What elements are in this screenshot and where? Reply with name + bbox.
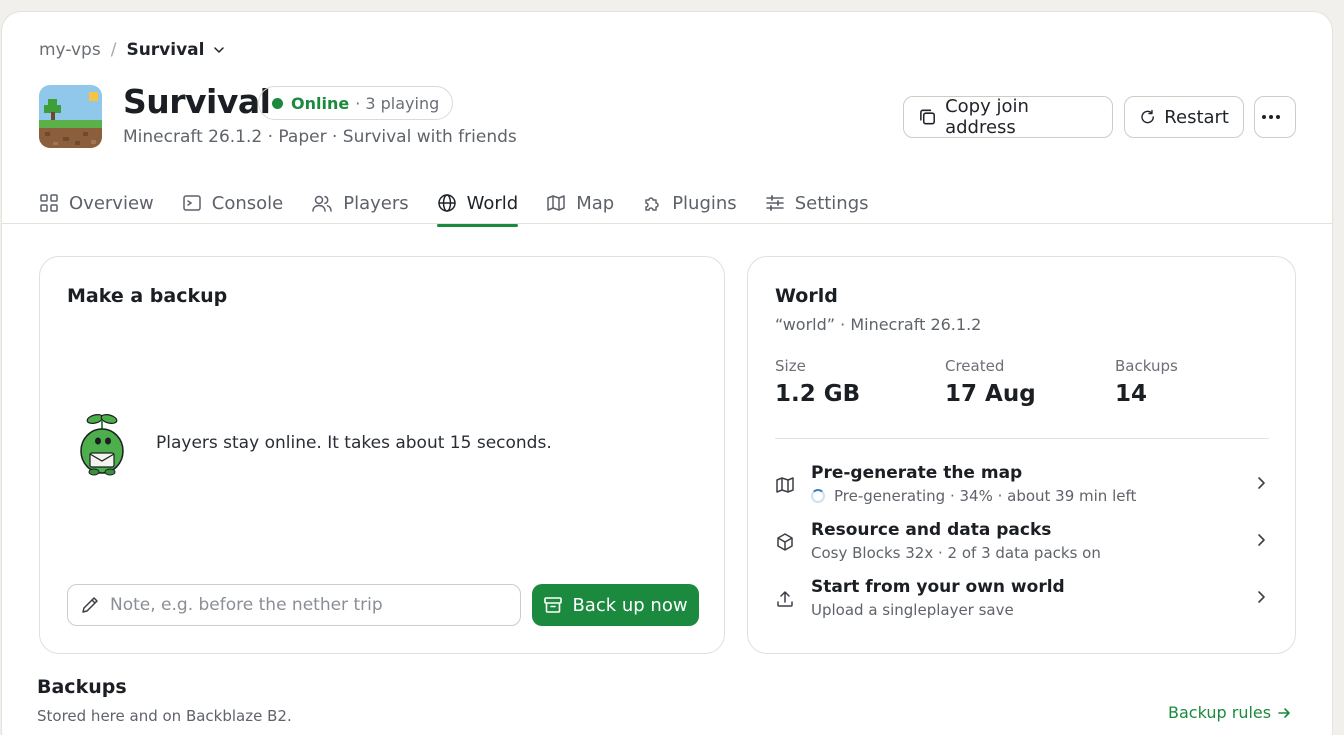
breadcrumb-separator: /: [110, 40, 117, 60]
page-title: Survival: [123, 82, 271, 121]
upload-icon: [777, 591, 793, 607]
map-icon: [776, 477, 794, 493]
restart-label: Restart: [1164, 106, 1229, 128]
stat-size: Size 1.2 GB: [775, 357, 860, 407]
restart-icon: [1141, 109, 1154, 124]
backup-rules-link[interactable]: Backup rules: [1168, 703, 1291, 722]
stat-created: Created 17 Aug: [945, 357, 1036, 407]
stat-created-value: 17 Aug: [945, 381, 1036, 407]
tab-players[interactable]: Players: [311, 180, 409, 226]
spinner-icon: [811, 489, 825, 503]
tab-plugins[interactable]: Plugins: [642, 180, 737, 226]
tab-console-label: Console: [211, 192, 284, 214]
more-actions-button[interactable]: [1254, 96, 1296, 138]
stat-created-label: Created: [945, 357, 1005, 375]
more-icon: [1262, 115, 1280, 119]
chevron-right-icon: [1258, 477, 1265, 489]
backup-message: Players stay online. It takes about 15 s…: [156, 433, 552, 453]
upload-world-title: Start from your own world: [811, 577, 1065, 597]
upload-world-subtitle: Upload a singleplayer save: [811, 601, 1014, 619]
backups-section-title: Backups: [37, 676, 127, 698]
resource-packs-title: Resource and data packs: [811, 520, 1052, 540]
chevron-right-icon: [1258, 534, 1265, 546]
back-up-now-label: Back up now: [572, 594, 688, 616]
stat-size-label: Size: [775, 357, 806, 375]
tab-settings-label: Settings: [794, 192, 869, 214]
make-backup-card: Make a backup Players stay online. It ta…: [39, 256, 725, 654]
pregenerate-map-row[interactable]: Pre-generate the map Pre-generating · 34…: [775, 463, 1269, 511]
tab-players-label: Players: [343, 192, 409, 214]
chevron-down-icon[interactable]: [213, 44, 225, 56]
breadcrumb-parent-link[interactable]: my-vps: [39, 40, 101, 60]
package-icon: [777, 533, 793, 551]
backup-note-input[interactable]: [110, 595, 510, 615]
status-label: Online: [291, 93, 350, 113]
server-page: my-vps / Survival Survival Online · 3 pl…: [1, 11, 1333, 735]
sprout-mascot-icon: [80, 414, 124, 476]
world-card: World “world” · Minecraft 26.1.2 Size 1.…: [747, 256, 1296, 654]
pregenerate-map-subtitle: Pre-generating · 34% · about 39 min left: [834, 487, 1137, 505]
world-title: World: [775, 285, 838, 307]
copy-join-address-label: Copy join address: [945, 96, 1029, 138]
upload-world-row[interactable]: Start from your own world Upload a singl…: [775, 577, 1269, 625]
tab-overview-label: Overview: [69, 192, 154, 214]
users-icon: [312, 195, 332, 212]
tab-world-label: World: [466, 192, 519, 214]
tab-map-label: Map: [576, 192, 615, 214]
grid-icon: [40, 194, 58, 212]
copy-icon: [920, 109, 935, 125]
breadcrumb-current-server[interactable]: Survival: [126, 40, 204, 60]
player-count: · 3 playing: [355, 93, 440, 113]
stat-backups-value: 14: [1115, 381, 1148, 407]
make-backup-title: Make a backup: [67, 285, 228, 307]
backup-rules-label: Backup rules: [1168, 703, 1272, 722]
status-badge: Online · 3 playing: [258, 86, 454, 120]
tab-map[interactable]: Map: [546, 180, 614, 226]
archive-icon: [544, 597, 563, 613]
map-icon: [547, 195, 565, 211]
pregenerate-map-title: Pre-generate the map: [811, 463, 1023, 483]
pencil-icon: [82, 597, 98, 613]
terminal-icon: [183, 195, 201, 211]
tab-world[interactable]: World: [436, 180, 519, 227]
tab-console[interactable]: Console: [182, 180, 283, 226]
arrow-right-icon: [1278, 707, 1290, 718]
resource-packs-subtitle: Cosy Blocks 32x · 2 of 3 data packs on: [811, 544, 1101, 562]
backups-section-subtitle: Stored here and on Backblaze B2.: [37, 707, 292, 725]
tab-plugins-label: Plugins: [672, 192, 737, 214]
breadcrumb: my-vps / Survival: [39, 40, 225, 60]
resource-packs-row[interactable]: Resource and data packs Cosy Blocks 32x …: [775, 520, 1269, 568]
tab-settings[interactable]: Settings: [765, 180, 869, 226]
pregenerate-map-status: Pre-generating · 34% · about 39 min left: [811, 487, 1136, 505]
stat-backups: Backups 14: [1115, 357, 1178, 407]
stat-size-value: 1.2 GB: [775, 381, 861, 407]
back-up-now-button[interactable]: Back up now: [532, 584, 699, 626]
restart-button[interactable]: Restart: [1124, 96, 1244, 138]
tab-bar: Overview Console Players World Map Plugi…: [39, 180, 897, 227]
backup-note-field[interactable]: [67, 584, 521, 626]
globe-icon: [437, 194, 456, 212]
server-subtitle: Minecraft 26.1.2 · Paper · Survival with…: [123, 127, 517, 147]
puzzle-icon: [645, 197, 659, 211]
copy-join-address-button[interactable]: Copy join address: [903, 96, 1113, 138]
stat-backups-label: Backups: [1115, 357, 1178, 375]
minecraft-grass-block-icon: [39, 85, 102, 148]
tab-overview[interactable]: Overview: [39, 180, 154, 226]
chevron-right-icon: [1258, 591, 1265, 603]
world-divider: [775, 438, 1269, 439]
tabs-divider: [2, 223, 1332, 224]
world-subtitle: “world” · Minecraft 26.1.2: [775, 315, 982, 334]
sliders-icon: [765, 195, 784, 211]
status-dot-icon: [272, 97, 283, 109]
